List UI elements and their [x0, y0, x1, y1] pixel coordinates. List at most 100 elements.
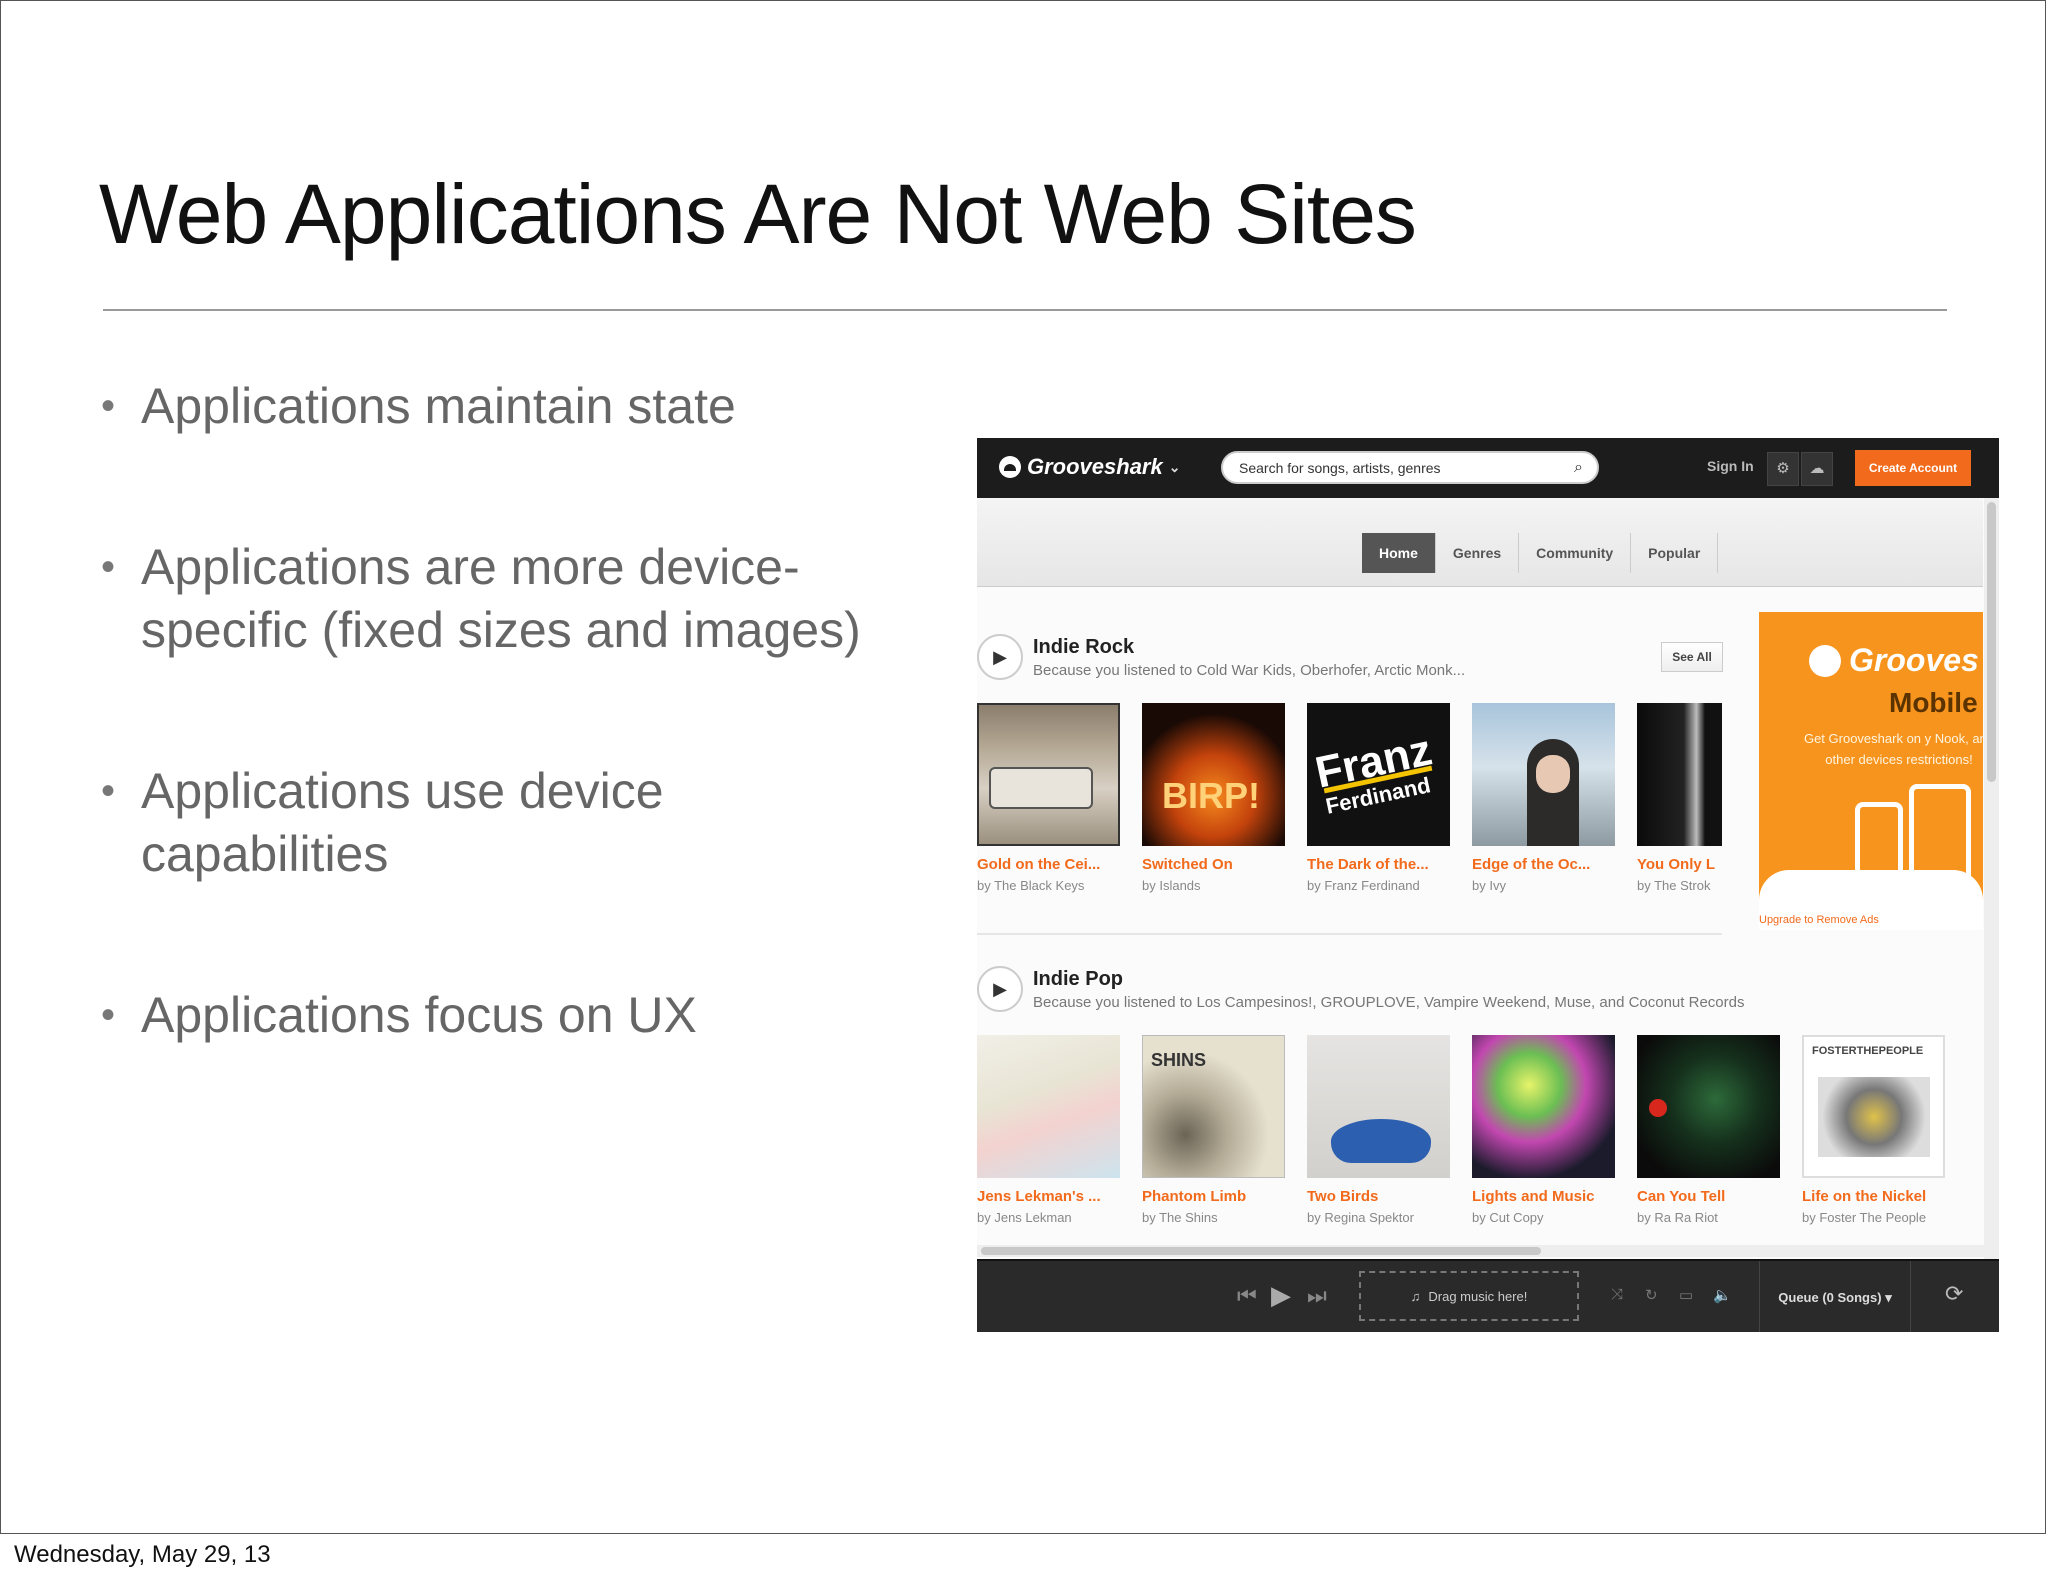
shuffle-icon[interactable]: ⤨	[1611, 1286, 1623, 1303]
album-card[interactable]: Edge of the Oc... by Ivy	[1472, 703, 1615, 893]
album-cover[interactable]	[1637, 1035, 1780, 1178]
album-title[interactable]: Gold on the Cei...	[977, 856, 1120, 873]
album-card[interactable]: SHINS Phantom Limb by The Shins	[1142, 1035, 1285, 1225]
album-artist[interactable]: by The Shins	[1142, 1210, 1285, 1225]
play-icon[interactable]: ▶	[1271, 1280, 1291, 1311]
ad-brand: Grooves	[1849, 642, 1979, 678]
album-artist[interactable]: by Ra Ra Riot	[1637, 1210, 1780, 1225]
refresh-icon[interactable]: ⟳	[1945, 1281, 1963, 1307]
album-title[interactable]: Can You Tell	[1637, 1188, 1780, 1205]
album-card[interactable]: Lights and Music by Cut Copy	[1472, 1035, 1615, 1225]
brand-logo[interactable]: Grooveshark ⌄	[999, 454, 1180, 480]
album-title[interactable]: The Dark of the...	[1307, 856, 1450, 873]
album-artist[interactable]: by Jens Lekman	[977, 1210, 1120, 1225]
album-cover[interactable]	[1637, 703, 1722, 846]
title-divider	[103, 309, 1947, 311]
queue-label: Queue (0 Songs)	[1778, 1290, 1882, 1305]
tab-community[interactable]: Community	[1519, 533, 1632, 573]
album-cover[interactable]	[1472, 1035, 1615, 1178]
sign-in-link[interactable]: Sign In	[1707, 458, 1754, 474]
bullet-item: • Applications focus on UX	[101, 984, 881, 1047]
album-card[interactable]: You Only L by The Strok	[1637, 703, 1722, 893]
album-card[interactable]: Can You Tell by Ra Ra Riot	[1637, 1035, 1780, 1225]
search-icon[interactable]: ⌕	[1574, 459, 1583, 477]
bullet-item: • Applications maintain state	[101, 375, 881, 438]
album-title[interactable]: Lights and Music	[1472, 1188, 1615, 1205]
drop-zone[interactable]: ♫ Drag music here!	[1359, 1271, 1579, 1321]
album-artist[interactable]: by The Black Keys	[977, 878, 1120, 893]
album-cover[interactable]: BIRP!	[1142, 703, 1285, 846]
nav-bar: Home Genres Community Popular	[977, 498, 1983, 587]
album-cover[interactable]: FOSTERTHEPEOPLE	[1802, 1035, 1945, 1178]
album-artist[interactable]: by Regina Spektor	[1307, 1210, 1450, 1225]
album-title[interactable]: Life on the Nickel	[1802, 1188, 1945, 1205]
brand-name: Grooveshark	[1027, 454, 1163, 479]
see-all-button[interactable]: See All	[1661, 642, 1723, 672]
album-artist[interactable]: by Foster The People	[1802, 1210, 1945, 1225]
album-cover[interactable]: SHINS	[1142, 1035, 1285, 1178]
album-card[interactable]: BIRP! Switched On by Islands	[1142, 703, 1285, 893]
bullet-text: Applications maintain state	[141, 378, 736, 434]
album-cover[interactable]: Franz Ferdinand	[1307, 703, 1450, 846]
album-title[interactable]: Two Birds	[1307, 1188, 1450, 1205]
album-artist[interactable]: by Franz Ferdinand	[1307, 878, 1450, 893]
album-card[interactable]: Franz Ferdinand The Dark of the... by Fr…	[1307, 703, 1450, 893]
album-title[interactable]: Phantom Limb	[1142, 1188, 1285, 1205]
remove-ads-link[interactable]: Upgrade to Remove Ads	[1759, 914, 1879, 926]
album-title[interactable]: You Only L	[1637, 856, 1722, 873]
album-title[interactable]: Jens Lekman's ...	[977, 1188, 1120, 1205]
section-header-indie-rock: ▶ Indie Rock Because you listened to Col…	[977, 634, 1737, 690]
album-card[interactable]: Jens Lekman's ... by Jens Lekman	[977, 1035, 1120, 1225]
previous-track-icon[interactable]: ⏮	[1237, 1283, 1257, 1309]
repeat-icon[interactable]: ↻	[1645, 1286, 1658, 1304]
player-bar: ⏮ ▶ ⏭ ♫ Drag music here! ⤨ ↻ ▭ 🔈 Queue (…	[977, 1259, 1999, 1332]
face-shape	[1536, 755, 1570, 793]
search-input[interactable]	[1237, 458, 1561, 477]
album-artist[interactable]: by The Strok	[1637, 878, 1722, 893]
create-account-button[interactable]: Create Account	[1855, 450, 1971, 486]
album-card[interactable]: FOSTERTHEPEOPLE Life on the Nickel by Fo…	[1802, 1035, 1945, 1225]
volume-icon[interactable]: 🔈	[1713, 1286, 1732, 1304]
bullet-text: Applications are more device-specific (f…	[141, 539, 861, 658]
album-cover[interactable]	[1472, 703, 1615, 846]
slide: Web Applications Are Not Web Sites • App…	[0, 0, 2046, 1534]
album-card[interactable]: Two Birds by Regina Spektor	[1307, 1035, 1450, 1225]
tab-genres[interactable]: Genres	[1436, 533, 1520, 573]
album-cover[interactable]	[977, 703, 1120, 846]
tab-popular[interactable]: Popular	[1631, 533, 1719, 573]
music-note-icon: ♫	[1410, 1288, 1421, 1304]
horizontal-scrollbar[interactable]	[977, 1245, 1984, 1257]
visualizer-icon[interactable]: ▭	[1679, 1286, 1693, 1304]
album-title[interactable]: Edge of the Oc...	[1472, 856, 1615, 873]
section-title[interactable]: Indie Rock	[1033, 636, 1134, 659]
bullet-item: • Applications use device capabilities	[101, 760, 881, 886]
play-icon[interactable]: ▶	[977, 634, 1023, 680]
album-artist[interactable]: by Islands	[1142, 878, 1285, 893]
mobile-ad-banner[interactable]: Grooves Mobile Get Grooveshark on y Nook…	[1759, 612, 1983, 930]
gear-icon[interactable]: ⚙	[1767, 452, 1799, 486]
vertical-scrollbar[interactable]	[1984, 498, 1999, 1275]
upload-cloud-icon[interactable]: ☁	[1801, 452, 1833, 486]
album-artist[interactable]: by Ivy	[1472, 878, 1615, 893]
slide-title: Web Applications Are Not Web Sites	[99, 167, 1417, 261]
bullet-list: • Applications maintain state • Applicat…	[101, 375, 881, 1047]
bullet-dot: •	[101, 993, 116, 1037]
scrollbar-thumb[interactable]	[1987, 502, 1996, 782]
ad-logo: Grooves	[1809, 642, 1979, 679]
next-track-icon[interactable]: ⏭	[1307, 1283, 1327, 1309]
cover-art	[1818, 1077, 1930, 1157]
tab-home[interactable]: Home	[1362, 533, 1436, 573]
album-artist[interactable]: by Cut Copy	[1472, 1210, 1615, 1225]
album-cover[interactable]	[1307, 1035, 1450, 1178]
album-title[interactable]: Switched On	[1142, 856, 1285, 873]
cover-accent	[1649, 1099, 1667, 1117]
section-title[interactable]: Indie Pop	[1033, 968, 1123, 991]
scrollbar-thumb[interactable]	[981, 1247, 1541, 1255]
queue-dropdown[interactable]: Queue (0 Songs) ▾	[1759, 1261, 1911, 1332]
bullet-dot: •	[101, 769, 116, 813]
tablet-icon	[1909, 784, 1971, 894]
ad-heading: Mobile	[1889, 687, 1978, 718]
album-card[interactable]: Gold on the Cei... by The Black Keys	[977, 703, 1120, 893]
play-icon[interactable]: ▶	[977, 966, 1023, 1012]
album-cover[interactable]	[977, 1035, 1120, 1178]
